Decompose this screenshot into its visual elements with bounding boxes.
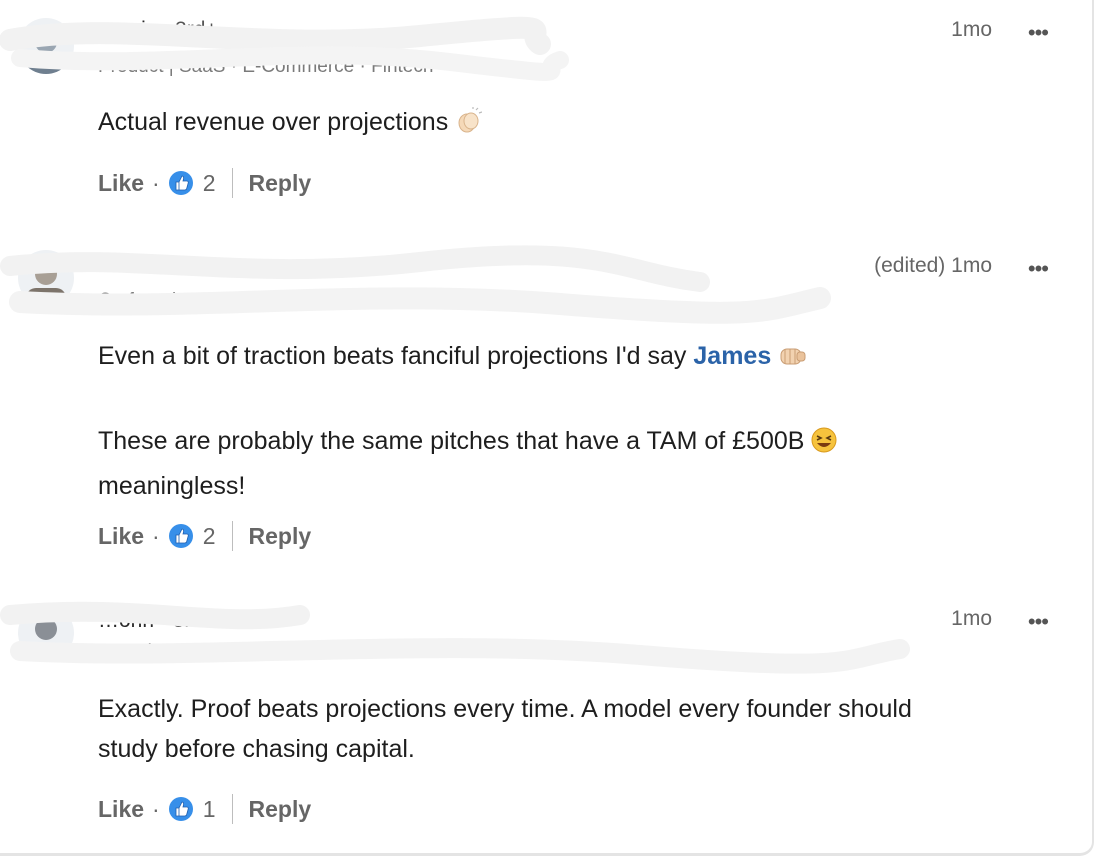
comment-time: (edited) 1mo [874,254,992,277]
edited-label: (edited) [874,254,946,277]
clapping-hands-emoji [454,107,483,147]
reaction-count[interactable]: 1 [203,796,216,823]
like-reaction-icon[interactable] [168,170,194,196]
like-reaction-icon[interactable] [168,796,194,822]
redaction-scribble [0,245,831,324]
comment-2: 2nd Co-founder & CEO AI… Leader – Human-… [0,232,1096,562]
reply-button[interactable]: Reply [249,170,312,197]
grinning-squinting-face-emoji [810,426,838,466]
like-button[interactable]: Like [98,523,144,550]
reply-button[interactable]: Reply [249,796,312,823]
divider [231,521,233,551]
more-options-button[interactable]: ••• [1028,611,1049,633]
reaction-count[interactable]: 2 [203,170,216,197]
comment-actions: Like · 1 Reply [98,793,311,825]
comment-actions: Like · 2 Reply [98,520,311,552]
mention-link[interactable]: James [693,342,771,370]
like-reaction-icon[interactable] [168,523,194,549]
more-options-button[interactable]: ••• [1028,22,1049,44]
comment-time: 1mo [951,18,992,41]
like-button[interactable]: Like [98,170,144,197]
reaction-count[interactable]: 2 [203,523,216,550]
more-options-button[interactable]: ••• [1028,258,1049,280]
comment-1: …avis · 3rd+ Product | SaaS · E-Commerce… [0,0,1096,220]
like-button[interactable]: Like [98,796,144,823]
comment-body: Exactly. Proof beats projections every t… [98,695,912,763]
redaction-scribble [0,601,910,674]
divider [231,168,233,198]
comment-time: 1mo [951,607,992,630]
comment-body: Even a bit of traction beats fanciful pr… [98,336,1058,506]
comment-actions: Like · 2 Reply [98,167,311,199]
reply-button[interactable]: Reply [249,523,312,550]
fist-bump-emoji [777,341,807,381]
comment-3: …ohn · 3rd+ Experience… Need… 1mo ••• Ex… [0,585,1096,855]
comment-body: Actual revenue over projections [98,102,1058,147]
divider [231,794,233,824]
redaction-scribble [0,16,569,81]
